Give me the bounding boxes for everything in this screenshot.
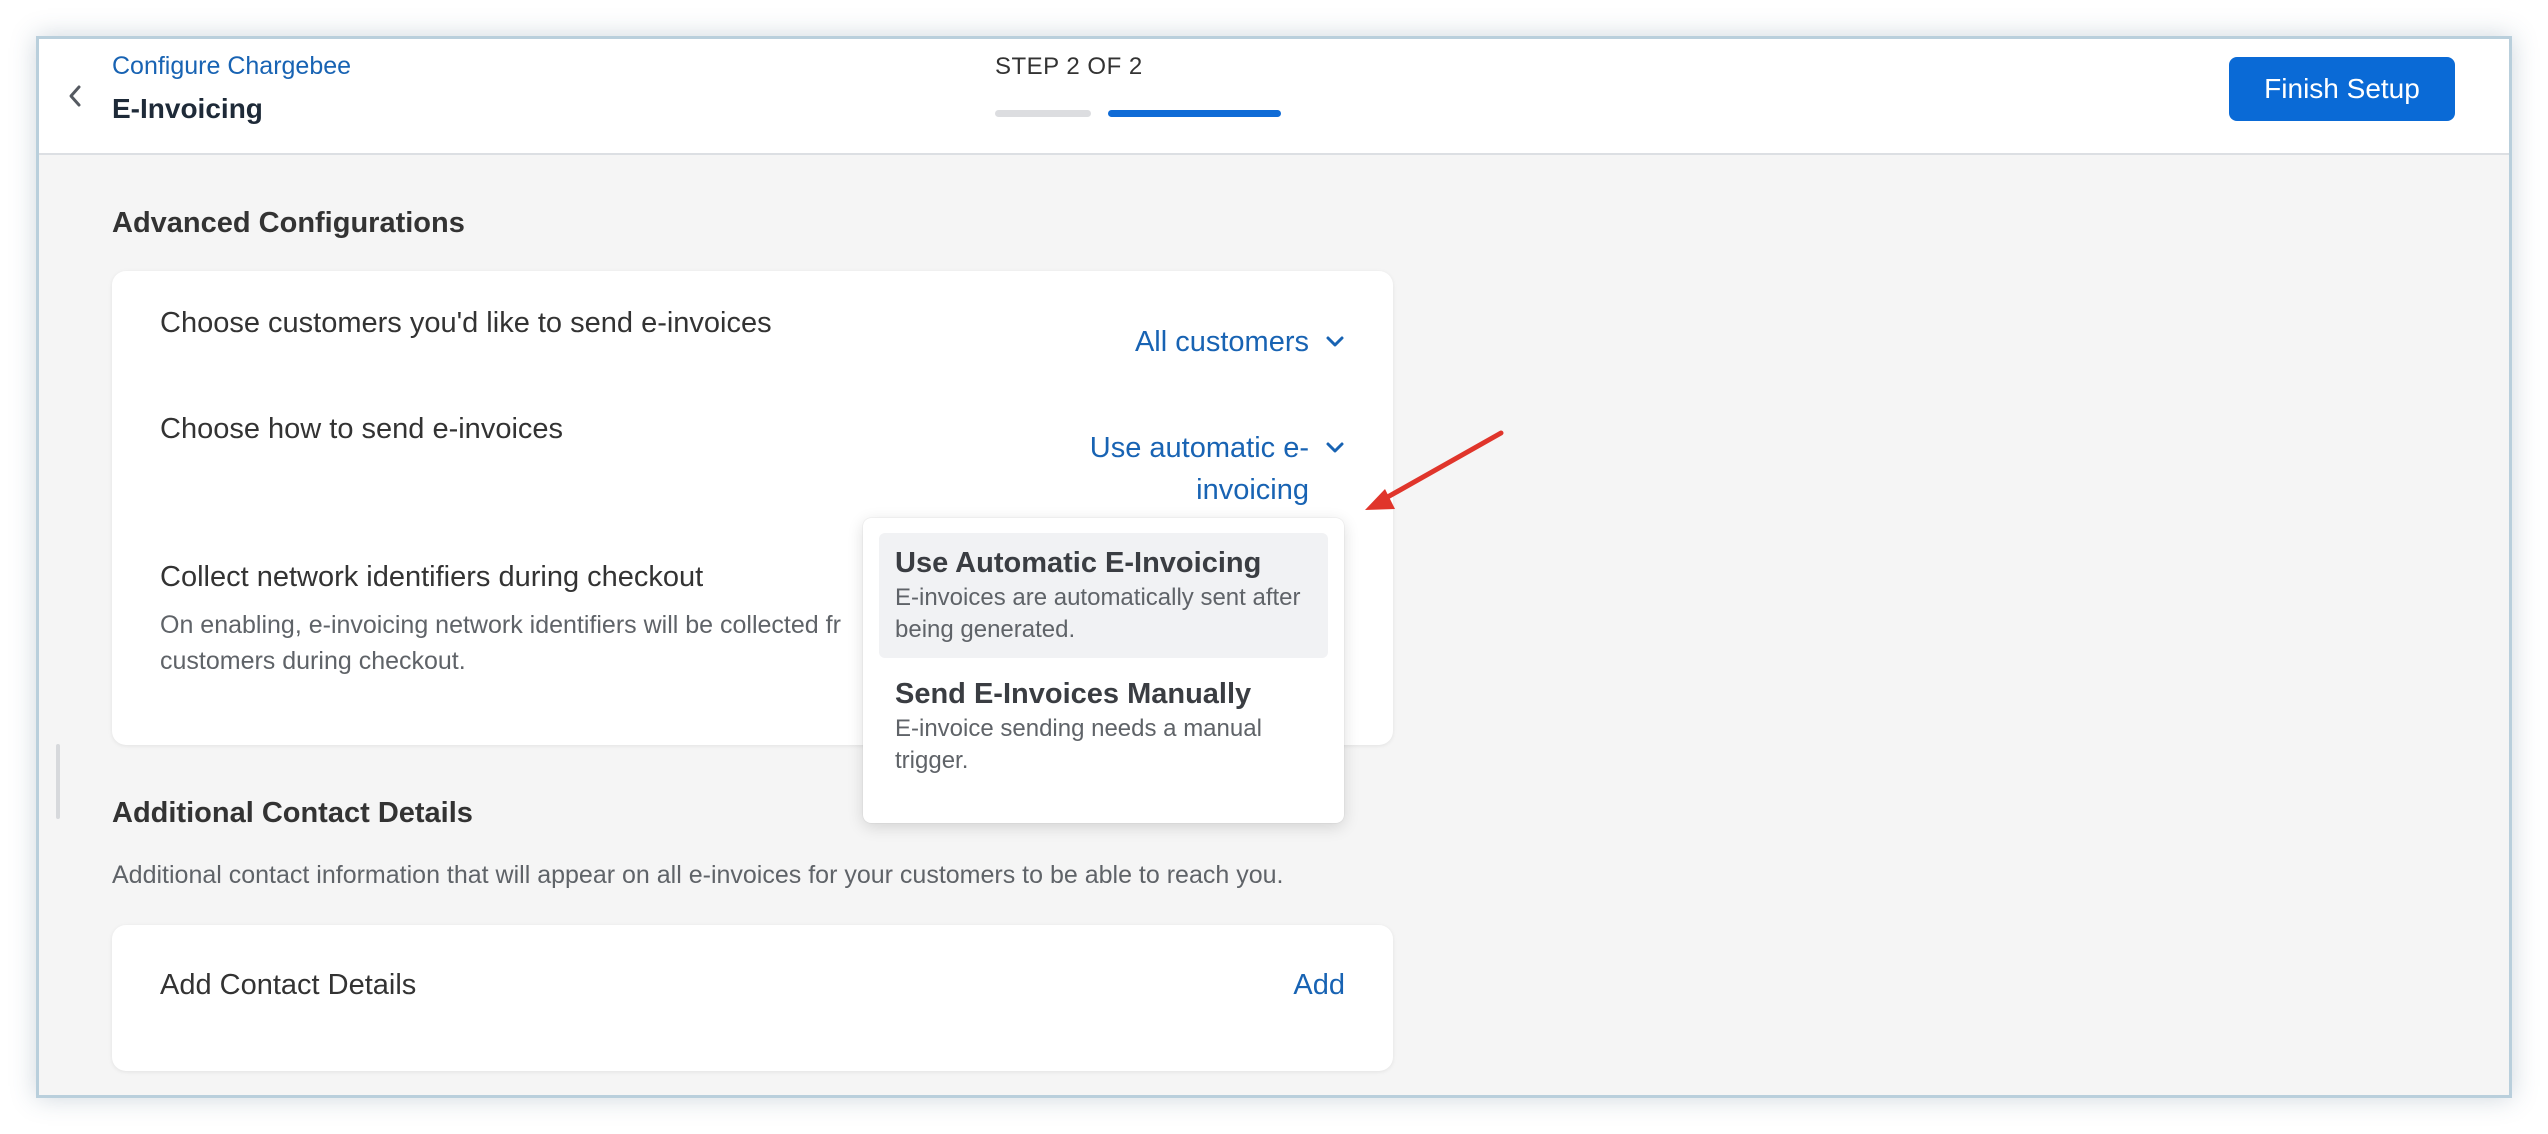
send-method-dropdown[interactable]: Use automatic e- invoicing [1090,427,1345,511]
finish-setup-button[interactable]: Finish Setup [2229,57,2455,121]
contact-details-help: Additional contact information that will… [112,861,1284,889]
send-method-value-line2: invoicing [1196,474,1309,506]
menu-option-description: E-invoices are automatically sent after … [895,584,1301,643]
send-method-value-line1: Use automatic e- [1089,432,1309,464]
chevron-down-icon [1326,442,1344,453]
menu-option-title: Send E-Invoices Manually [895,678,1252,710]
page-title: E-Invoicing [112,93,263,124]
network-desc-line2: customers during checkout. [160,647,466,675]
menu-option-description: E-invoice sending needs a manual trigger… [895,715,1262,774]
breadcrumb-link[interactable]: Configure Chargebee [112,52,351,81]
send-method-menu: Use Automatic E-Invoicing E-invoices are… [863,518,1344,823]
scrollbar-handle[interactable] [56,744,60,819]
menu-option-manual[interactable]: Send E-Invoices Manually E-invoice sendi… [879,664,1328,789]
add-contact-details-label: Add Contact Details [160,969,417,1001]
contact-details-heading: Additional Contact Details [112,797,473,829]
add-contact-button[interactable]: Add [1293,969,1345,1002]
network-desc-line1: On enabling, e-invoicing network identif… [160,611,841,639]
customers-dropdown-value: All customers [1134,326,1309,358]
customers-dropdown[interactable]: All customers [1135,321,1345,363]
chevron-down-icon [1326,336,1344,347]
step-progress-1 [995,110,1091,117]
step-indicator: STEP 2 OF 2 [995,53,1143,80]
menu-option-title: Use Automatic E-Invoicing [895,547,1262,579]
advanced-configurations-heading: Advanced Configurations [112,207,465,239]
customers-label: Choose customers you'd like to send e-in… [160,307,772,339]
top-bar: Configure Chargebee E-Invoicing STEP 2 O… [39,39,2509,155]
contact-details-card: Add Contact Details Add [112,925,1393,1071]
network-identifiers-description: On enabling, e-invoicing network identif… [160,607,920,679]
back-button[interactable] [57,69,93,123]
network-identifiers-label: Collect network identifiers during check… [160,561,704,593]
chevron-left-icon [69,85,81,107]
app-window: Configure Chargebee E-Invoicing STEP 2 O… [36,36,2512,1098]
menu-option-automatic[interactable]: Use Automatic E-Invoicing E-invoices are… [879,533,1328,658]
send-method-label: Choose how to send e-invoices [160,413,564,445]
step-progress-2 [1108,110,1281,117]
send-method-dropdown-value: Use automatic e- invoicing [1090,427,1309,511]
